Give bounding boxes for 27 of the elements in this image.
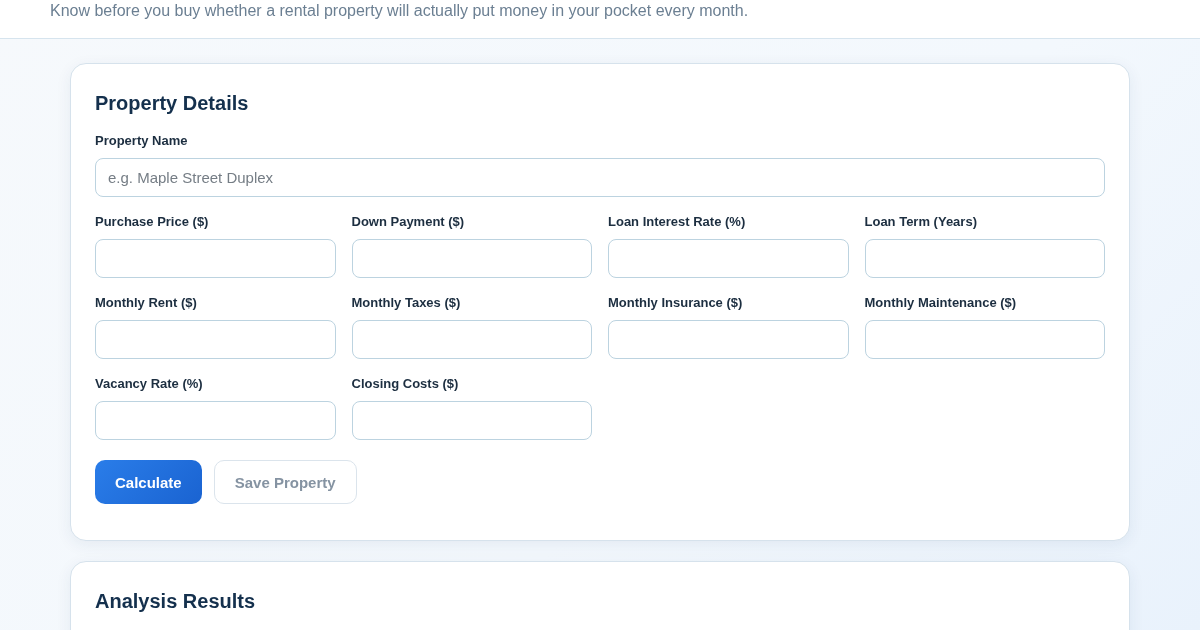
input-field[interactable] [864, 320, 1105, 359]
property-name-field[interactable]: e.g. Maple Street Duplex [95, 158, 1105, 197]
field-label: Monthly Rent ($) [95, 295, 197, 310]
field-label: Down Payment ($) [351, 214, 465, 229]
header-subtitle: Know before you buy whether a rental property will actually put money in your pocket every month. [49, 1, 750, 20]
card-title: Analysis Results [95, 589, 257, 613]
field-label: Closing Costs ($) [351, 376, 459, 391]
field-label: Monthly Taxes ($) [351, 295, 461, 310]
field-label: Purchase Price ($) [95, 214, 209, 229]
field-label: Monthly Insurance ($) [608, 295, 743, 310]
input-field[interactable] [95, 320, 336, 359]
input-field[interactable] [95, 401, 336, 440]
field-label: Loan Interest Rate (%) [608, 214, 746, 229]
field-label: Vacancy Rate (%) [95, 376, 203, 391]
calculate-button[interactable]: Calculate [95, 460, 202, 504]
input-field[interactable] [95, 239, 336, 278]
input-field[interactable] [608, 320, 849, 359]
input-field[interactable] [608, 239, 849, 278]
input-field[interactable] [351, 401, 592, 440]
input-field[interactable] [351, 320, 592, 359]
card-title: Property Details [95, 91, 250, 115]
save-button[interactable]: Save Property [213, 460, 357, 504]
field-label: Property Name [95, 133, 188, 148]
input-field[interactable] [351, 239, 592, 278]
input-field[interactable] [864, 239, 1105, 278]
field-label: Loan Term (Years) [864, 214, 977, 229]
field-label: Monthly Maintenance ($) [864, 295, 1017, 310]
